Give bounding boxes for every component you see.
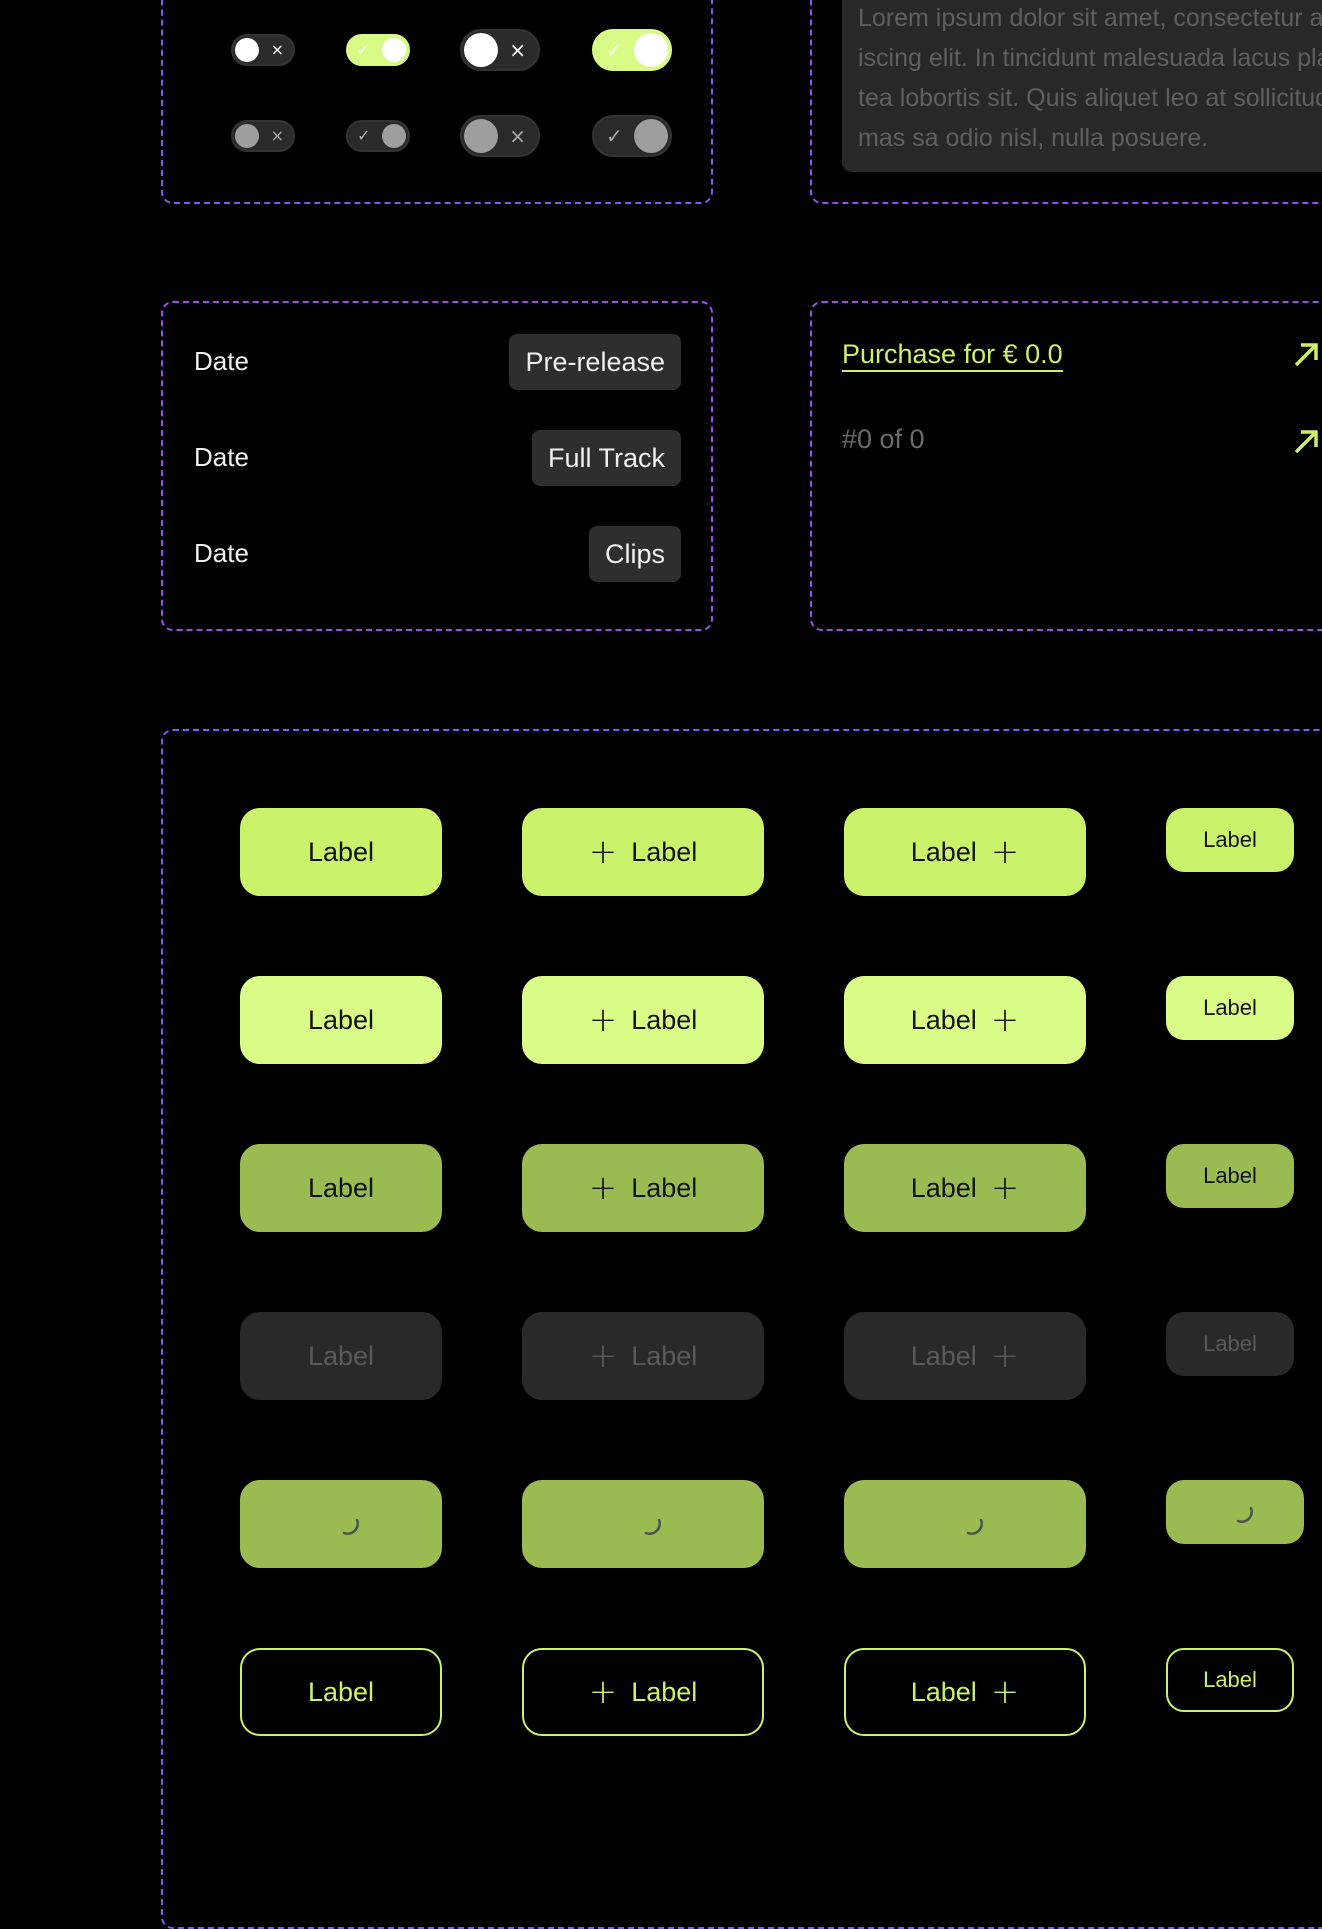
- pressed-button-small[interactable]: Label: [1166, 1144, 1294, 1208]
- check-icon: ✓: [606, 124, 623, 148]
- close-icon: ×: [270, 40, 284, 59]
- spinner-icon: [1236, 1506, 1253, 1523]
- toggle-knob: [382, 38, 406, 62]
- pressed-button[interactable]: Label: [240, 1144, 442, 1232]
- toggle-knob: [464, 119, 498, 153]
- spinner-icon: [342, 1518, 359, 1535]
- close-icon: ×: [270, 126, 284, 145]
- row-label: Date: [194, 538, 249, 568]
- primary-button[interactable]: Label: [240, 808, 442, 896]
- button-label: Label: [1203, 1331, 1257, 1356]
- button-label: Label: [307, 1676, 375, 1707]
- button-label: Label: [631, 1340, 698, 1371]
- toggle-knob: [235, 124, 259, 148]
- button-label: Label: [631, 1172, 698, 1203]
- button-label: Label: [307, 836, 375, 867]
- text-line: mas sa odio nisl, nulla posuere.: [858, 124, 1209, 152]
- pressed-button-icon-right[interactable]: Label +: [844, 1144, 1086, 1232]
- plus-icon: +: [990, 1000, 1020, 1040]
- plus-icon: +: [990, 832, 1020, 872]
- disabled-button-icon-left[interactable]: + Label: [522, 1312, 764, 1400]
- button-label: Label: [1203, 1667, 1257, 1692]
- release-tag[interactable]: Full Track: [531, 430, 681, 486]
- primary-button-small[interactable]: Label: [1166, 808, 1294, 872]
- toggle-switch[interactable]: ×: [460, 29, 540, 71]
- button-label: Label: [910, 1004, 977, 1035]
- plus-icon: +: [588, 832, 618, 872]
- loading-button-icon-right[interactable]: [844, 1480, 1086, 1568]
- button-label: Label: [910, 1340, 977, 1371]
- primary-button-icon-right[interactable]: Label +: [844, 808, 1086, 896]
- button-label: Label: [910, 836, 977, 867]
- check-icon: ✓: [357, 40, 371, 59]
- close-icon: ×: [509, 124, 526, 148]
- toggle-knob: [382, 124, 406, 148]
- row-label: Date: [194, 442, 249, 472]
- plus-icon: +: [588, 1168, 618, 1208]
- toggle-knob: [235, 38, 259, 62]
- pressed-button-icon-left[interactable]: + Label: [522, 1144, 764, 1232]
- disabled-button[interactable]: Label: [240, 1312, 442, 1400]
- text-area[interactable]: Lorem ipsum dolor sit amet, consectetur …: [842, 0, 1322, 172]
- button-label: Label: [631, 1004, 698, 1035]
- outline-button[interactable]: Label: [240, 1648, 442, 1736]
- release-tag[interactable]: Clips: [588, 526, 681, 582]
- toggle-switch[interactable]: ✓: [346, 34, 410, 66]
- text-line: iscing elit. In tincidunt malesuada lacu…: [858, 44, 1322, 72]
- toggle-knob: [634, 119, 668, 153]
- arrow-up-right-icon[interactable]: [1292, 341, 1320, 369]
- check-icon: ✓: [606, 38, 623, 62]
- button-label: Label: [631, 1676, 698, 1707]
- hover-button[interactable]: Label: [240, 976, 442, 1064]
- outline-button-icon-right[interactable]: Label +: [844, 1648, 1086, 1736]
- plus-icon: +: [990, 1336, 1020, 1376]
- loading-button-icon-left[interactable]: [522, 1480, 764, 1568]
- plus-icon: +: [588, 1336, 618, 1376]
- spinner-icon: [644, 1518, 661, 1535]
- button-label: Label: [307, 1172, 375, 1203]
- hover-button-icon-right[interactable]: Label +: [844, 976, 1086, 1064]
- button-label: Label: [307, 1004, 375, 1035]
- loading-button-small[interactable]: [1166, 1480, 1304, 1544]
- hover-button-small[interactable]: Label: [1166, 976, 1294, 1040]
- toggle-switch[interactable]: ×: [231, 120, 295, 152]
- outline-button-small[interactable]: Label: [1166, 1648, 1294, 1712]
- loading-button[interactable]: [240, 1480, 442, 1568]
- plus-icon: +: [990, 1168, 1020, 1208]
- disabled-button-icon-right[interactable]: Label +: [844, 1312, 1086, 1400]
- button-label: Label: [1203, 1163, 1257, 1188]
- button-label: Label: [910, 1172, 977, 1203]
- row-label: Date: [194, 346, 249, 376]
- disabled-button-small[interactable]: Label: [1166, 1312, 1294, 1376]
- check-icon: ✓: [357, 126, 371, 145]
- button-label: Label: [631, 836, 698, 867]
- toggle-switch[interactable]: ✓: [346, 120, 410, 152]
- arrow-up-right-icon[interactable]: [1292, 428, 1320, 456]
- edition-count: #0 of 0: [842, 424, 925, 454]
- toggle-switch[interactable]: ×: [460, 115, 540, 157]
- text-line: tea lobortis sit. Quis aliquet leo at so…: [858, 84, 1322, 112]
- close-icon: ×: [509, 38, 526, 62]
- toggle-switch[interactable]: ×: [231, 34, 295, 66]
- plus-icon: +: [588, 1000, 618, 1040]
- hover-button-icon-left[interactable]: + Label: [522, 976, 764, 1064]
- toggle-knob: [464, 33, 498, 67]
- primary-button-icon-left[interactable]: + Label: [522, 808, 764, 896]
- plus-icon: +: [990, 1672, 1020, 1712]
- release-tag[interactable]: Pre-release: [509, 334, 681, 390]
- spinner-icon: [966, 1518, 983, 1535]
- button-label: Label: [910, 1676, 977, 1707]
- button-label: Label: [307, 1340, 375, 1371]
- button-label: Label: [1203, 995, 1257, 1020]
- plus-icon: +: [588, 1672, 618, 1712]
- text-line: Lorem ipsum dolor sit amet, consectetur …: [858, 4, 1322, 32]
- button-label: Label: [1203, 827, 1257, 852]
- purchase-link[interactable]: Purchase for € 0.0: [842, 338, 1063, 372]
- outline-button-icon-left[interactable]: + Label: [522, 1648, 764, 1736]
- toggle-switch[interactable]: ✓: [592, 115, 672, 157]
- toggle-switch[interactable]: ✓: [592, 29, 672, 71]
- toggle-knob: [634, 33, 668, 67]
